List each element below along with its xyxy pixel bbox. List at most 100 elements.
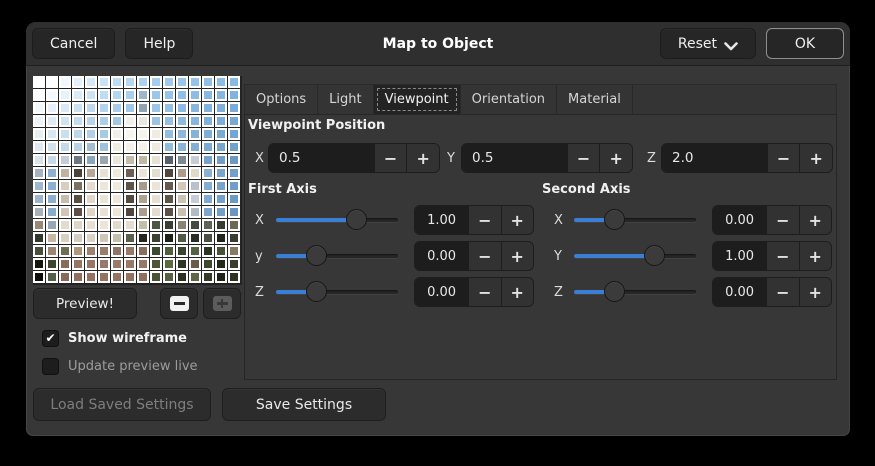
tab-viewpoint[interactable]: Viewpoint <box>374 85 461 114</box>
preview-cell <box>228 193 240 205</box>
preview-cell <box>137 128 149 140</box>
preview-cell <box>72 167 84 179</box>
second-axis-z-slider[interactable] <box>574 277 696 307</box>
update-preview-live-label: Update preview live <box>68 359 198 374</box>
preview-cell <box>215 141 227 153</box>
preview-cell <box>85 206 97 218</box>
first-axis-y-plus-button[interactable]: + <box>501 242 533 270</box>
slider-thumb[interactable] <box>604 209 625 230</box>
second-axis-y-plus-button[interactable]: + <box>799 242 831 270</box>
tab-light[interactable]: Light <box>318 85 373 114</box>
vp-z-minus-button[interactable]: − <box>767 144 800 172</box>
preview-cell <box>111 180 123 192</box>
zoom-out-button[interactable] <box>160 288 198 319</box>
preview-cell <box>98 271 110 283</box>
second-axis-z-plus-button[interactable]: + <box>799 278 831 306</box>
preview-cell <box>202 193 214 205</box>
second-axis-x-plus-button[interactable]: + <box>799 206 831 234</box>
first-axis-x-plus-button[interactable]: + <box>501 206 533 234</box>
preview-cell <box>137 115 149 127</box>
preview-cell <box>33 271 45 283</box>
vp-y-spinbutton: 0.5 − + <box>461 143 633 173</box>
preview-cell <box>59 167 71 179</box>
preview-cell <box>124 102 136 114</box>
slider-thumb[interactable] <box>346 209 367 230</box>
preview-cell <box>176 206 188 218</box>
tab-orientation[interactable]: Orientation <box>461 85 557 114</box>
help-button[interactable]: Help <box>125 28 193 59</box>
preview-cell <box>59 76 71 88</box>
first-axis-x-entry[interactable]: 1.00 <box>415 206 468 234</box>
second-axis-x-spinbutton: 0.00 − + <box>712 205 832 235</box>
preview-cell <box>150 245 162 257</box>
vp-z-entry[interactable]: 2.0 <box>662 144 767 172</box>
preview-cell <box>124 271 136 283</box>
first-axis-title: First Axis <box>248 182 317 197</box>
preview-cell <box>137 102 149 114</box>
preview-cell <box>46 206 58 218</box>
vp-z-spinbutton: 2.0 − + <box>661 143 833 173</box>
preview-cell <box>176 115 188 127</box>
preview-image[interactable] <box>33 76 242 285</box>
first-axis-z-plus-button[interactable]: + <box>501 278 533 306</box>
vp-x-minus-button[interactable]: − <box>374 144 407 172</box>
second-axis-z-minus-button[interactable]: − <box>766 278 798 306</box>
cancel-button[interactable]: Cancel <box>32 28 115 59</box>
preview-cell <box>85 271 97 283</box>
preview-cell <box>189 245 201 257</box>
slider-thumb[interactable] <box>604 281 625 302</box>
second-axis-y-entry[interactable]: 1.00 <box>713 242 766 270</box>
load-saved-settings-button[interactable]: Load Saved Settings <box>33 388 211 421</box>
preview-cell <box>189 167 201 179</box>
vp-x-entry[interactable]: 0.5 <box>269 144 374 172</box>
first-axis-x-minus-button[interactable]: − <box>468 206 500 234</box>
vp-x-spinbutton: 0.5 − + <box>268 143 440 173</box>
preview-cell <box>163 232 175 244</box>
vp-y-plus-button[interactable]: + <box>599 144 632 172</box>
preview-cell <box>59 89 71 101</box>
show-wireframe-checkbox[interactable]: ✔ <box>42 330 59 347</box>
vp-y-minus-button[interactable]: − <box>567 144 600 172</box>
show-wireframe-row[interactable]: ✔ Show wireframe <box>42 329 187 347</box>
preview-cell <box>85 154 97 166</box>
first-axis-z-slider[interactable] <box>276 277 398 307</box>
slider-thumb[interactable] <box>306 281 327 302</box>
vp-y-entry[interactable]: 0.5 <box>462 144 567 172</box>
vp-z-plus-button[interactable]: + <box>799 144 832 172</box>
second-axis-y-minus-button[interactable]: − <box>766 242 798 270</box>
preview-cell <box>59 128 71 140</box>
zoom-in-button[interactable] <box>203 288 241 319</box>
second-axis-x-entry[interactable]: 0.00 <box>713 206 766 234</box>
preview-cell <box>176 258 188 270</box>
slider-thumb[interactable] <box>306 245 327 266</box>
preview-cell <box>137 206 149 218</box>
reset-button[interactable]: Reset <box>660 28 756 59</box>
preview-cell <box>215 154 227 166</box>
second-axis-x-slider[interactable] <box>574 205 696 235</box>
first-axis-z-entry[interactable]: 0.00 <box>415 278 468 306</box>
first-axis-x-slider[interactable] <box>276 205 398 235</box>
second-axis-z-entry[interactable]: 0.00 <box>713 278 766 306</box>
preview-cell <box>98 154 110 166</box>
save-settings-button[interactable]: Save Settings <box>222 388 386 421</box>
preview-cell <box>33 167 45 179</box>
update-preview-live-row[interactable]: ✔ Update preview live <box>42 357 198 375</box>
second-axis-x-minus-button[interactable]: − <box>766 206 798 234</box>
preview-cell <box>176 245 188 257</box>
tab-material[interactable]: Material <box>557 85 633 114</box>
first-axis-x-label: X <box>255 213 264 228</box>
second-axis-y-slider[interactable] <box>574 241 696 271</box>
first-axis-y-minus-button[interactable]: − <box>468 242 500 270</box>
first-axis-y-entry[interactable]: 0.00 <box>415 242 468 270</box>
tab-options[interactable]: Options <box>245 85 318 114</box>
preview-button[interactable]: Preview! <box>33 288 137 319</box>
update-preview-live-checkbox[interactable]: ✔ <box>42 358 59 375</box>
preview-cell <box>72 128 84 140</box>
ok-button[interactable]: OK <box>766 28 844 59</box>
first-axis-y-slider[interactable] <box>276 241 398 271</box>
slider-thumb[interactable] <box>644 245 665 266</box>
preview-cell <box>85 258 97 270</box>
vp-x-plus-button[interactable]: + <box>406 144 439 172</box>
preview-cell <box>46 271 58 283</box>
first-axis-z-minus-button[interactable]: − <box>468 278 500 306</box>
